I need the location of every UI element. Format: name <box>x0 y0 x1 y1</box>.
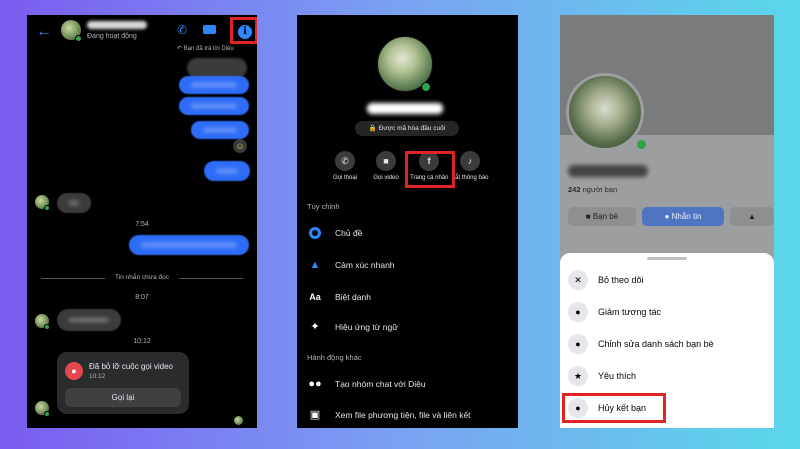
nickname-icon: Aa <box>309 292 321 302</box>
online-indicator <box>44 324 50 330</box>
profile-screen: 242 người bạn ■ Bạn bè ● Nhắn tin ▲ ✕ Bỏ… <box>560 15 774 428</box>
encryption-badge[interactable]: 🔒 Được mã hóa đầu cuối <box>355 121 459 136</box>
conversation-settings-screen: 🔒 Được mã hóa đầu cuối ✆ Gọi thoại ■ Gọi… <box>297 15 518 428</box>
section-header-other: Hành động khác <box>307 353 362 362</box>
message-button[interactable]: ● Nhắn tin <box>642 207 724 226</box>
phone-icon[interactable]: ✆ <box>177 23 187 37</box>
message-bubble[interactable] <box>129 235 249 255</box>
message-bubble[interactable] <box>179 76 249 94</box>
reduce-interaction-icon: ● <box>568 302 588 322</box>
row-word-effects[interactable]: ✦ Hiệu ứng từ ngữ <box>307 317 512 337</box>
star-icon: ★ <box>568 366 588 386</box>
row-quick-reaction[interactable]: ▲ Cảm xúc nhanh <box>307 255 512 275</box>
reaction-icon: ☺ <box>233 139 247 153</box>
missed-call-time: 10:12 <box>89 373 106 380</box>
theme-icon <box>307 225 323 241</box>
contact-name-blurred <box>367 103 443 114</box>
row-nickname[interactable]: Aa Biệt danh <box>307 287 512 307</box>
group-icon: ●● <box>308 378 322 390</box>
unfollow-option[interactable]: ✕ Bỏ theo dõi <box>568 269 768 291</box>
thumbs-up-icon: ▲ <box>309 259 321 271</box>
favorite-option[interactable]: ★ Yêu thích <box>568 365 768 387</box>
time-label: 10:12 <box>133 338 151 345</box>
row-view-media[interactable]: ▣ Xem file phương tiện, file và liên kết <box>307 405 512 425</box>
missed-call-title: Đã bỏ lỡ cuộc gọi video <box>89 362 173 371</box>
video-camera-icon: ■ <box>376 151 396 171</box>
action-sheet: ✕ Bỏ theo dõi ● Giảm tương tác ● Chỉnh s… <box>560 253 774 428</box>
back-arrow-icon[interactable]: ← <box>36 23 52 41</box>
unread-label: Tin nhắn chưa đọc <box>115 274 169 281</box>
friends-count: 242 người bạn <box>568 185 618 194</box>
unfollow-icon: ✕ <box>568 270 588 290</box>
profile-body <box>560 135 774 265</box>
quoted-message <box>187 58 247 78</box>
row-theme[interactable]: Chủ đề <box>307 223 512 243</box>
phone-icon: ✆ <box>335 151 355 171</box>
profile-name-blurred <box>568 165 648 177</box>
online-indicator <box>636 139 647 150</box>
seen-avatar <box>234 416 243 425</box>
highlight-unfriend <box>562 393 666 423</box>
video-camera-icon[interactable] <box>203 25 216 34</box>
media-icon: ▣ <box>309 409 321 421</box>
edit-friend-list-option[interactable]: ● Chỉnh sửa danh sách bạn bè <box>568 333 768 355</box>
message-bubble[interactable] <box>57 309 121 331</box>
highlight-info <box>230 17 257 44</box>
online-indicator <box>44 205 50 211</box>
reply-note: ↶ Bạn đã trả lời Diệu <box>177 46 234 52</box>
online-indicator <box>75 35 82 42</box>
profile-avatar[interactable] <box>566 73 644 151</box>
online-indicator <box>421 82 431 92</box>
reduce-interaction-option[interactable]: ● Giảm tương tác <box>568 301 768 323</box>
call-back-button[interactable]: Gọi lại <box>65 388 181 407</box>
message-bubble[interactable] <box>179 97 249 115</box>
message-bubble[interactable] <box>57 193 91 213</box>
chat-screen: ← Đang hoạt động ✆ i ↶ Bạn đã trả lời Di… <box>27 15 257 428</box>
highlight-profile <box>405 151 455 188</box>
voice-call-action[interactable]: ✆ Gọi thoại <box>326 151 364 181</box>
row-create-group[interactable]: ●● Tạo nhóm chat với Diệu <box>307 374 512 394</box>
message-bubble[interactable] <box>204 161 250 181</box>
online-indicator <box>44 411 50 417</box>
friends-button[interactable]: ■ Bạn bè <box>568 207 636 226</box>
active-status: Đang hoạt động <box>87 33 137 40</box>
sheet-handle[interactable] <box>647 257 687 260</box>
contact-name-blurred <box>87 21 147 29</box>
bell-icon: ♪ <box>460 151 480 171</box>
time-label: 8:07 <box>135 294 149 301</box>
section-header-customize: Tùy chỉnh <box>307 202 340 211</box>
mute-action[interactable]: ♪ Tắt thông báo <box>451 151 489 181</box>
more-button[interactable]: ▲ <box>730 207 774 226</box>
edit-friends-icon: ● <box>568 334 588 354</box>
missed-call-card: ● Đã bỏ lỡ cuộc gọi video 10:12 Gọi lại <box>57 352 189 414</box>
missed-video-icon: ● <box>65 362 83 380</box>
video-call-action[interactable]: ■ Gọi video <box>367 151 405 181</box>
word-effects-icon: ✦ <box>310 321 320 333</box>
message-bubble[interactable] <box>191 121 249 139</box>
time-label: 7:54 <box>135 221 149 228</box>
